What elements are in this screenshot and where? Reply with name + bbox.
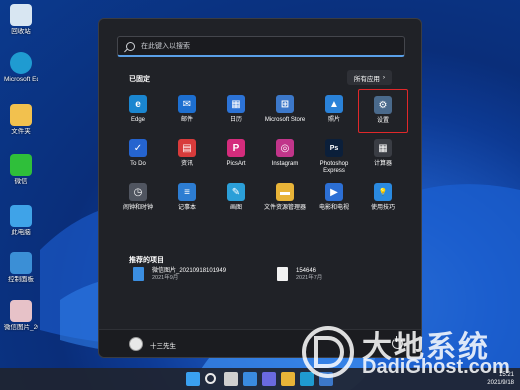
app-label: 电影和电视	[318, 205, 349, 211]
app-label: 记事本	[177, 205, 196, 211]
pinned-app-mail[interactable]: ✉ 邮件	[162, 89, 212, 133]
gear-icon: ⚙	[374, 96, 392, 114]
recommended-item[interactable]: 154646 2021年7月	[277, 263, 407, 285]
edge-icon: e	[129, 95, 147, 113]
avatar[interactable]	[129, 337, 143, 351]
desktop-icon-this-pc[interactable]: 此电脑	[4, 205, 38, 237]
app-label: 使用技巧	[370, 205, 395, 211]
taskbar-windows-icon[interactable]	[186, 372, 200, 386]
pinned-app-gear[interactable]: ⚙ 设置	[358, 89, 408, 133]
app-label: Microsoft Store	[264, 117, 306, 123]
pinned-app-photoshop[interactable]: Ps Photoshop Express	[309, 133, 359, 177]
mail-icon: ✉	[178, 95, 196, 113]
user-name[interactable]: 十三先生	[150, 340, 176, 350]
watermark-logo-icon	[302, 326, 354, 378]
pinned-heading: 已固定	[129, 76, 150, 83]
app-label: Instagram	[271, 161, 299, 167]
app-label: 计算器	[373, 161, 392, 167]
pinned-app-notepad[interactable]: ≡ 记事本	[162, 177, 212, 221]
app-label: 闹钟和时钟	[122, 205, 153, 211]
control-panel-icon	[10, 252, 32, 274]
taskbar-search-icon[interactable]	[205, 373, 216, 384]
pinned-app-todo[interactable]: ✓ To Do	[113, 133, 163, 177]
watermark: 大地系统 DadiGhost.com	[296, 322, 520, 382]
desktop-icon-wechat[interactable]: 微信	[4, 154, 38, 186]
start-menu: 在此键入以搜索 已固定 所有应用 › e Edge ✉ 邮件 ▦ 日历 ⊞ Microsoft…	[98, 18, 422, 358]
app-label: 照片	[327, 117, 340, 123]
instagram-icon: ◎	[276, 139, 294, 157]
pinned-app-store[interactable]: ⊞ Microsoft Store	[260, 89, 310, 133]
notepad-icon: ≡	[178, 183, 196, 201]
pinned-app-instagram[interactable]: ◎ Instagram	[260, 133, 310, 177]
calendar-icon: ▦	[227, 95, 245, 113]
recycle-bin-icon	[10, 4, 32, 26]
pinned-app-edge[interactable]: e Edge	[113, 89, 163, 133]
pinned-app-news[interactable]: ▤ 资讯	[162, 133, 212, 177]
pinned-app-folder[interactable]: ▬ 文件资源管理器	[260, 177, 310, 221]
pinned-app-paint[interactable]: ✎ 画图	[211, 177, 261, 221]
desktop-icon-image-file[interactable]: 微信图片_2021090	[4, 300, 38, 332]
pinned-app-tips[interactable]: 💡 使用技巧	[358, 177, 408, 221]
tips-icon: 💡	[374, 183, 392, 201]
search-icon	[126, 41, 135, 51]
app-label: PicsArt	[226, 161, 246, 167]
search-input[interactable]: 在此键入以搜索	[117, 36, 405, 57]
pinned-app-clock[interactable]: ◷ 闹钟和时钟	[113, 177, 163, 221]
all-apps-button[interactable]: 所有应用 ›	[347, 70, 392, 85]
app-label: 设置	[376, 118, 389, 124]
app-label: 文件资源管理器	[263, 205, 306, 211]
image-file-icon	[133, 267, 144, 281]
folder-icon	[10, 104, 32, 126]
pinned-app-movies[interactable]: ▶ 电影和电视	[309, 177, 359, 221]
desktop-icon-edge[interactable]: Microsoft Edge	[4, 52, 38, 84]
edge-icon	[10, 52, 32, 74]
paint-icon: ✎	[227, 183, 245, 201]
clock-icon: ◷	[129, 183, 147, 201]
photoshop-icon: Ps	[325, 139, 343, 157]
app-label: 资讯	[180, 161, 193, 167]
taskbar-chat-icon[interactable]	[262, 372, 276, 386]
app-label: Edge	[130, 117, 145, 123]
calculator-icon: ▦	[374, 139, 392, 157]
pinned-app-photos[interactable]: ▲ 照片	[309, 89, 359, 133]
wechat-icon	[10, 154, 32, 176]
taskbar-file-explorer-icon[interactable]	[281, 372, 295, 386]
pinned-app-calculator[interactable]: ▦ 计算器	[358, 133, 408, 177]
desktop-icon-control-panel[interactable]: 控制面板	[4, 252, 38, 284]
app-label: To Do	[130, 161, 146, 167]
folder-icon: ▬	[276, 183, 294, 201]
news-icon: ▤	[178, 139, 196, 157]
todo-icon: ✓	[129, 139, 147, 157]
image-file-icon	[10, 300, 32, 322]
desktop-icon-folder[interactable]: 文件夹	[4, 104, 38, 136]
app-label: 邮件	[180, 117, 193, 123]
taskbar-task-view-icon[interactable]	[224, 372, 238, 386]
pinned-app-picsart[interactable]: P PicsArt	[211, 133, 261, 177]
picsart-icon: P	[227, 139, 245, 157]
monitor-icon	[10, 205, 32, 227]
pinned-app-calendar[interactable]: ▦ 日历	[211, 89, 261, 133]
desktop-icon-recycle-bin[interactable]: 回收站	[4, 4, 38, 36]
photos-icon: ▲	[325, 95, 343, 113]
taskbar-widgets-icon[interactable]	[243, 372, 257, 386]
store-icon: ⊞	[276, 95, 294, 113]
app-label: 日历	[229, 117, 242, 123]
app-label: Photoshop Express	[319, 161, 349, 174]
recommended-item[interactable]: 微信图片_20210918101949 2021年9月	[133, 263, 263, 285]
chevron-right-icon: ›	[382, 74, 386, 81]
document-file-icon	[277, 267, 288, 281]
app-label: 画图	[229, 205, 242, 211]
movies-icon: ▶	[325, 183, 343, 201]
